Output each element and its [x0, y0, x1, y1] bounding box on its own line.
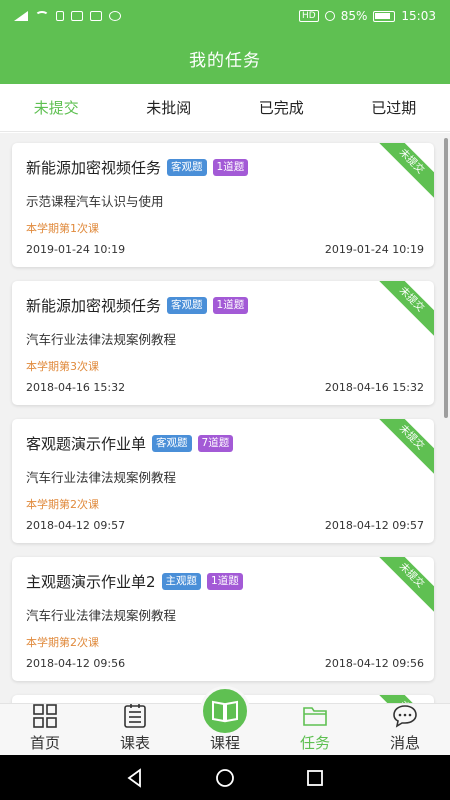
recents-icon[interactable]: [304, 767, 326, 789]
task-title: 主观题演示作业单2: [26, 573, 156, 591]
battery-percent: 85%: [340, 9, 368, 23]
task-type-badge: 客观题: [167, 297, 207, 314]
status-ribbon-label: 未提交: [374, 143, 434, 201]
nav-schedule[interactable]: 课表: [90, 704, 180, 755]
lesson-label: 本学期第3次课: [26, 360, 99, 373]
task-title: 新能源加密视频任务: [26, 297, 162, 315]
task-card[interactable]: 主观题演示作业单2 主观题 1道题 汽车行业法律法规案例教程 本学期第2次课 2…: [12, 557, 434, 681]
question-count-badge: 1道题: [212, 297, 249, 314]
nav-messages[interactable]: 消息: [360, 704, 450, 755]
task-type-badge: 主观题: [161, 573, 202, 590]
lesson-label: 本学期第2次课: [26, 636, 99, 649]
book-icon: [212, 700, 238, 723]
start-time: 2019-01-24 10:19: [26, 243, 126, 256]
end-time: 2019-01-24 10:19: [324, 243, 424, 256]
folder-icon: [303, 707, 327, 726]
task-title: 客观题演示作业单: [26, 435, 147, 453]
signal-icon: [14, 11, 28, 21]
status-ribbon-label: 未提交: [374, 557, 434, 615]
info-icon: [71, 11, 83, 21]
start-time: 2018-04-16 15:32: [26, 381, 126, 394]
alarm-icon: [324, 11, 335, 21]
bottom-nav: 首页 课表 课程 任务 消息: [0, 686, 450, 755]
page-title: 我的任务: [189, 50, 261, 71]
course-name: 示范课程汽车认识与使用: [26, 194, 164, 209]
status-ribbon: 未提交: [374, 143, 434, 203]
status-bar: HD 85% 15:03: [0, 0, 450, 32]
status-ribbon: 未提交: [374, 557, 434, 617]
question-count-badge: 1道题: [212, 159, 249, 176]
grid-icon: [33, 704, 57, 728]
task-title: 新能源加密视频任务: [26, 159, 162, 177]
home-icon[interactable]: [214, 767, 236, 789]
schedule-icon: [124, 704, 146, 728]
back-icon[interactable]: [124, 767, 146, 789]
question-count-badge: 1道题: [207, 573, 243, 590]
task-type-badge: 客观题: [167, 159, 207, 176]
lesson-label: 本学期第1次课: [26, 222, 99, 235]
course-name: 汽车行业法律法规案例教程: [26, 470, 177, 485]
nav-home-label: 首页: [29, 734, 60, 752]
task-card[interactable]: 新能源加密视频任务 客观题 1道题 示范课程汽车认识与使用 本学期第1次课 20…: [12, 143, 434, 267]
end-time: 2018-04-16 15:32: [324, 381, 424, 394]
battery-icon: [373, 10, 396, 22]
question-count-badge: 7道题: [197, 435, 234, 452]
system-nav-bar: [0, 755, 450, 800]
start-time: 2018-04-12 09:56: [26, 657, 126, 670]
hd-indicator: HD: [299, 10, 319, 22]
task-tabs: 未提交 未批阅 已完成 已过期: [0, 84, 450, 132]
chat-icon: [393, 705, 417, 728]
clock: 15:03: [401, 9, 436, 23]
tab-expired[interactable]: 已过期: [338, 84, 450, 131]
start-time: 2018-04-12 09:57: [26, 519, 126, 532]
course-name: 汽车行业法律法规案例教程: [26, 608, 177, 623]
courses-fab[interactable]: [200, 686, 250, 736]
status-ribbon: 未提交: [374, 695, 434, 703]
nav-schedule-label: 课表: [119, 734, 150, 752]
task-card[interactable]: 客观题演示作业单 客观题 7道题 汽车行业法律法规案例教程 本学期第2次课 20…: [12, 419, 434, 543]
tab-completed[interactable]: 已完成: [225, 84, 338, 131]
wifi-icon: [35, 11, 49, 21]
status-ribbon: 未提交: [374, 281, 434, 341]
status-ribbon-label: 未提交: [374, 281, 434, 339]
nav-courses[interactable]: 课程: [180, 686, 270, 755]
status-ribbon-label: 未提交: [374, 695, 434, 703]
nav-messages-label: 消息: [389, 734, 420, 752]
end-time: 2018-04-12 09:57: [324, 519, 424, 532]
nav-tasks-label: 任务: [299, 734, 330, 752]
course-name: 汽车行业法律法规案例教程: [26, 332, 177, 347]
end-time: 2018-04-12 09:56: [324, 657, 424, 670]
nav-home[interactable]: 首页: [0, 704, 90, 755]
tab-unsubmitted[interactable]: 未提交: [0, 84, 113, 131]
task-list[interactable]: 新能源加密视频任务 客观题 1道题 示范课程汽车认识与使用 本学期第1次课 20…: [0, 133, 450, 703]
lesson-label: 本学期第2次课: [26, 498, 99, 511]
status-ribbon: 未提交: [374, 419, 434, 479]
app-icon: [90, 11, 102, 21]
task-card[interactable]: 新能源加密视频任务 客观题 1道题 汽车行业法律法规案例教程 本学期第3次课 2…: [12, 281, 434, 405]
status-ribbon-label: 未提交: [374, 419, 434, 477]
tab-unreviewed[interactable]: 未批阅: [113, 84, 226, 131]
usb-icon: [56, 11, 64, 21]
scrollbar[interactable]: [444, 138, 448, 418]
nav-tasks[interactable]: 任务: [270, 704, 360, 755]
app-header: 我的任务: [0, 32, 450, 84]
wechat-icon: [109, 11, 121, 21]
task-type-badge: 客观题: [152, 435, 192, 452]
